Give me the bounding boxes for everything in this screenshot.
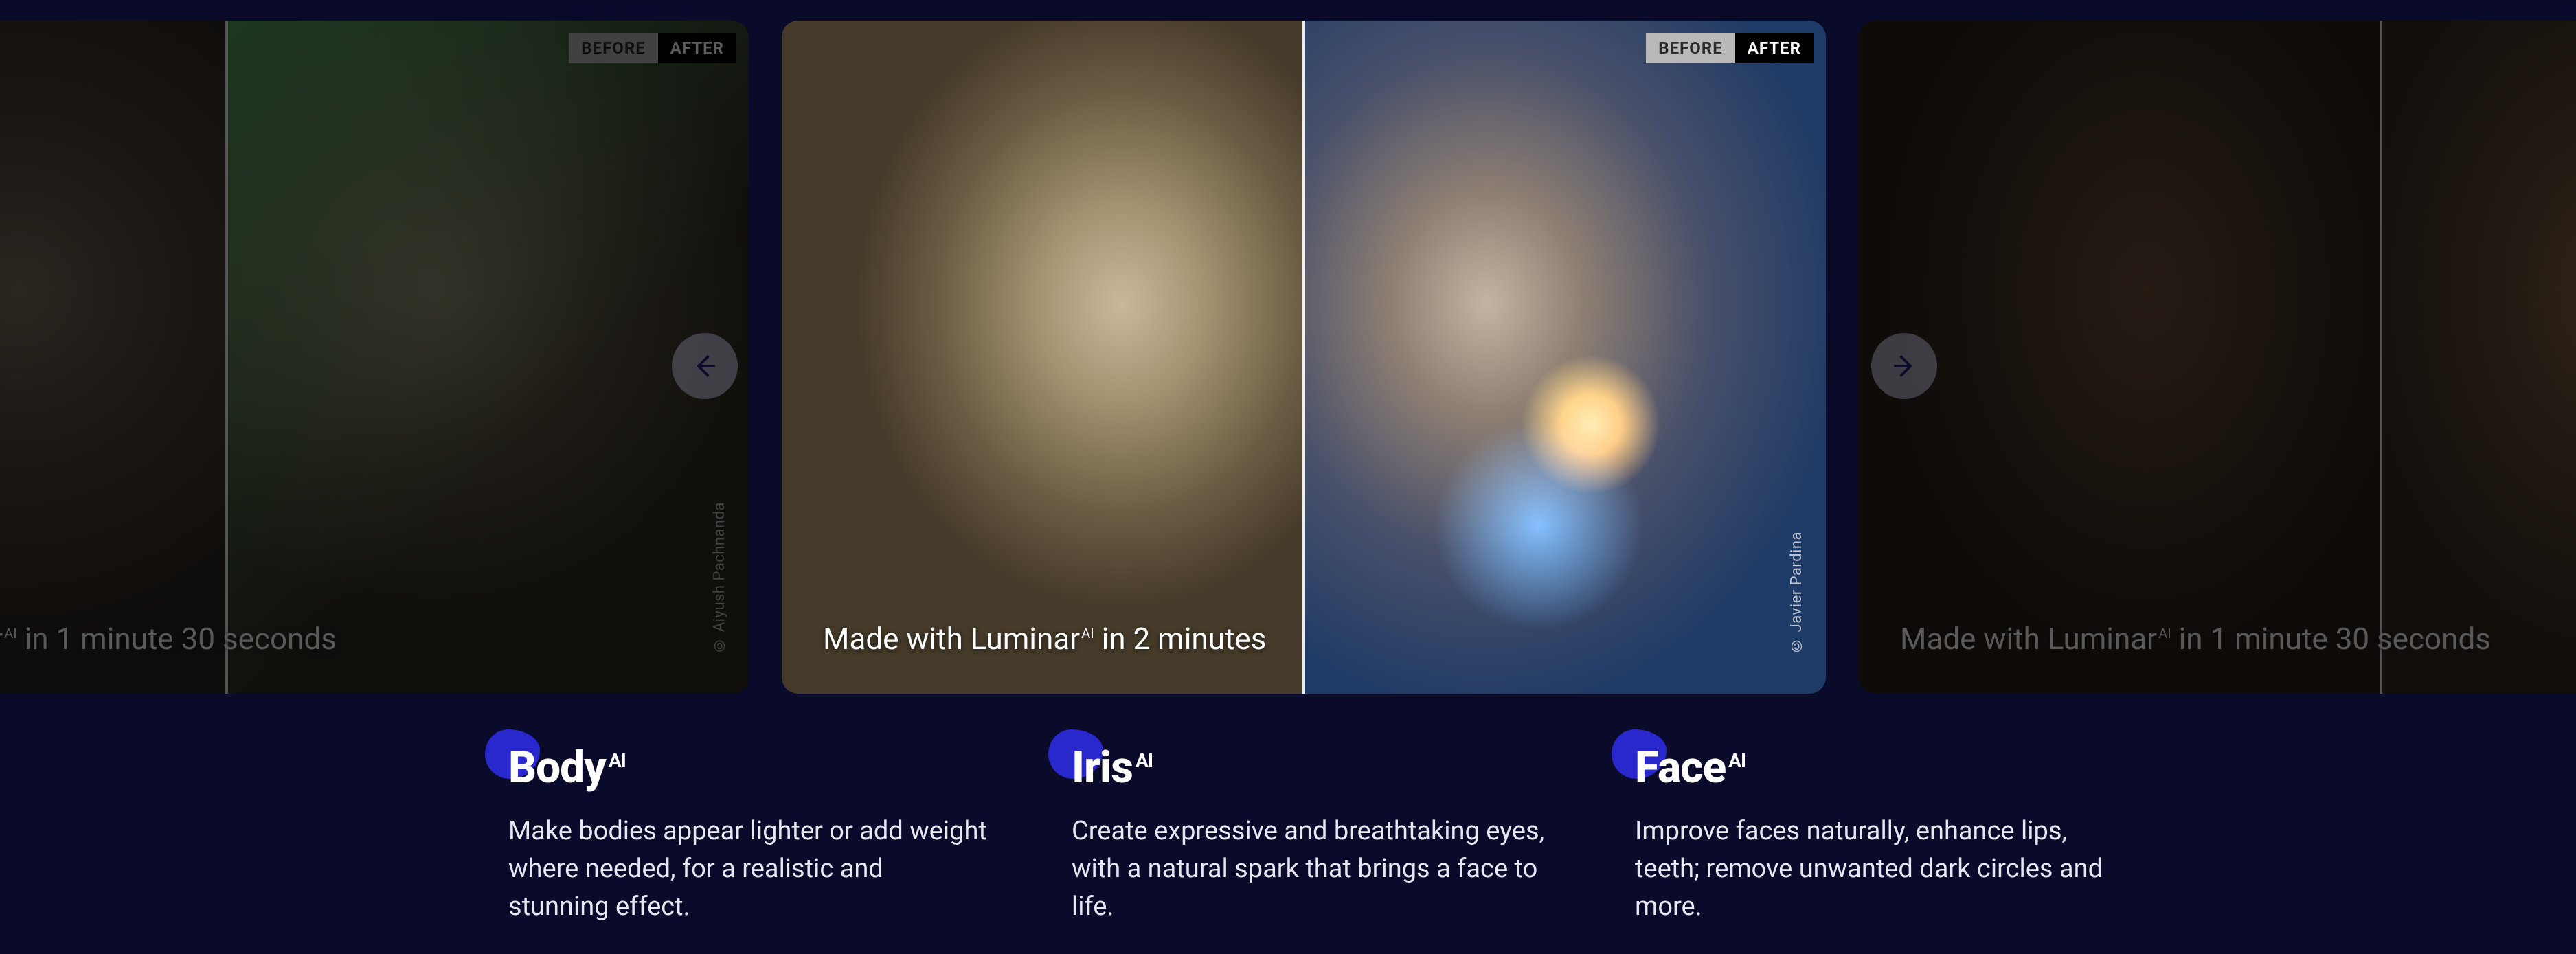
badge-row: BEFORE AFTER [569, 33, 736, 63]
before-image [1859, 21, 2381, 694]
feature-title-sup: AI [1728, 749, 1745, 772]
caption-brand: Made with Luminar [1900, 621, 2157, 657]
after-image [227, 21, 749, 694]
carousel-card[interactable]: BEFORE AFTER Made with LuminarAI in 1 mi… [1859, 21, 2576, 694]
feature-title: BodyAI [508, 742, 1017, 793]
feature-desc: Create expressive and breathtaking eyes,… [1072, 813, 1552, 926]
caption-brand-sup: AI [1081, 625, 1094, 641]
carousel-prev-button[interactable] [672, 333, 738, 399]
after-badge: AFTER [1735, 33, 1814, 63]
after-image [1304, 21, 1826, 694]
feature-desc: Make bodies appear lighter or add weight… [508, 813, 989, 926]
carousel-card[interactable]: BEFORE AFTER Made with LuminarAI in 1 mi… [0, 21, 749, 694]
caption-brand-sup: AI [4, 625, 17, 641]
card-caption: Made with LuminarAI in 2 minutes [823, 621, 1266, 657]
feature-body: BodyAI Make bodies appear lighter or add… [508, 742, 1017, 926]
feature-title-text: Body [508, 742, 606, 793]
carousel-card-active[interactable]: BEFORE AFTER Made with LuminarAI in 2 mi… [782, 21, 1826, 694]
feature-desc: Improve faces naturally, enhance lips, t… [1635, 813, 2116, 926]
comparison-divider[interactable] [225, 21, 228, 694]
caption-brand: Made with Luminar [823, 621, 1080, 657]
feature-title: IrisAI [1072, 742, 1580, 793]
caption-time: in 2 minutes [1094, 621, 1267, 657]
card-caption: Made with LuminarAI in 1 minute 30 secon… [0, 621, 337, 657]
caption-brand: Made with Luminar [0, 621, 3, 657]
feature-title-text: Iris [1072, 742, 1133, 793]
badge-row: BEFORE AFTER [1646, 33, 1814, 63]
after-badge: AFTER [658, 33, 736, 63]
arrow-left-icon [690, 351, 720, 381]
feature-title-sup: AI [609, 749, 626, 772]
feature-title-sup: AI [1136, 749, 1153, 772]
photo-credit: © Javier Pardina [1788, 532, 1805, 654]
before-image [782, 21, 1304, 694]
comparison-divider[interactable] [2380, 21, 2382, 694]
after-image [2381, 21, 2576, 694]
before-image [0, 21, 227, 694]
feature-title: FaceAI [1635, 742, 2143, 793]
photo-credit: © Aiyush Pachnanda [711, 502, 728, 654]
feature-iris: IrisAI Create expressive and breathtakin… [1072, 742, 1580, 926]
caption-time: in 1 minute 30 seconds [2171, 621, 2491, 657]
arrow-right-icon [1889, 351, 1919, 381]
feature-title-text: Face [1635, 742, 1726, 793]
feature-face: FaceAI Improve faces naturally, enhance … [1635, 742, 2143, 926]
card-caption: Made with LuminarAI in 1 minute 30 secon… [1900, 621, 2491, 657]
before-after-carousel: BEFORE AFTER Made with LuminarAI in 1 mi… [0, 21, 2576, 694]
feature-row: BodyAI Make bodies appear lighter or add… [508, 742, 2143, 926]
comparison-divider[interactable] [1302, 21, 1305, 694]
caption-brand-sup: AI [2158, 625, 2171, 641]
page-root: BEFORE AFTER Made with LuminarAI in 1 mi… [0, 0, 2576, 954]
before-badge: BEFORE [569, 33, 657, 63]
caption-time: in 1 minute 30 seconds [17, 621, 337, 657]
before-badge: BEFORE [1646, 33, 1735, 63]
carousel-next-button[interactable] [1871, 333, 1937, 399]
